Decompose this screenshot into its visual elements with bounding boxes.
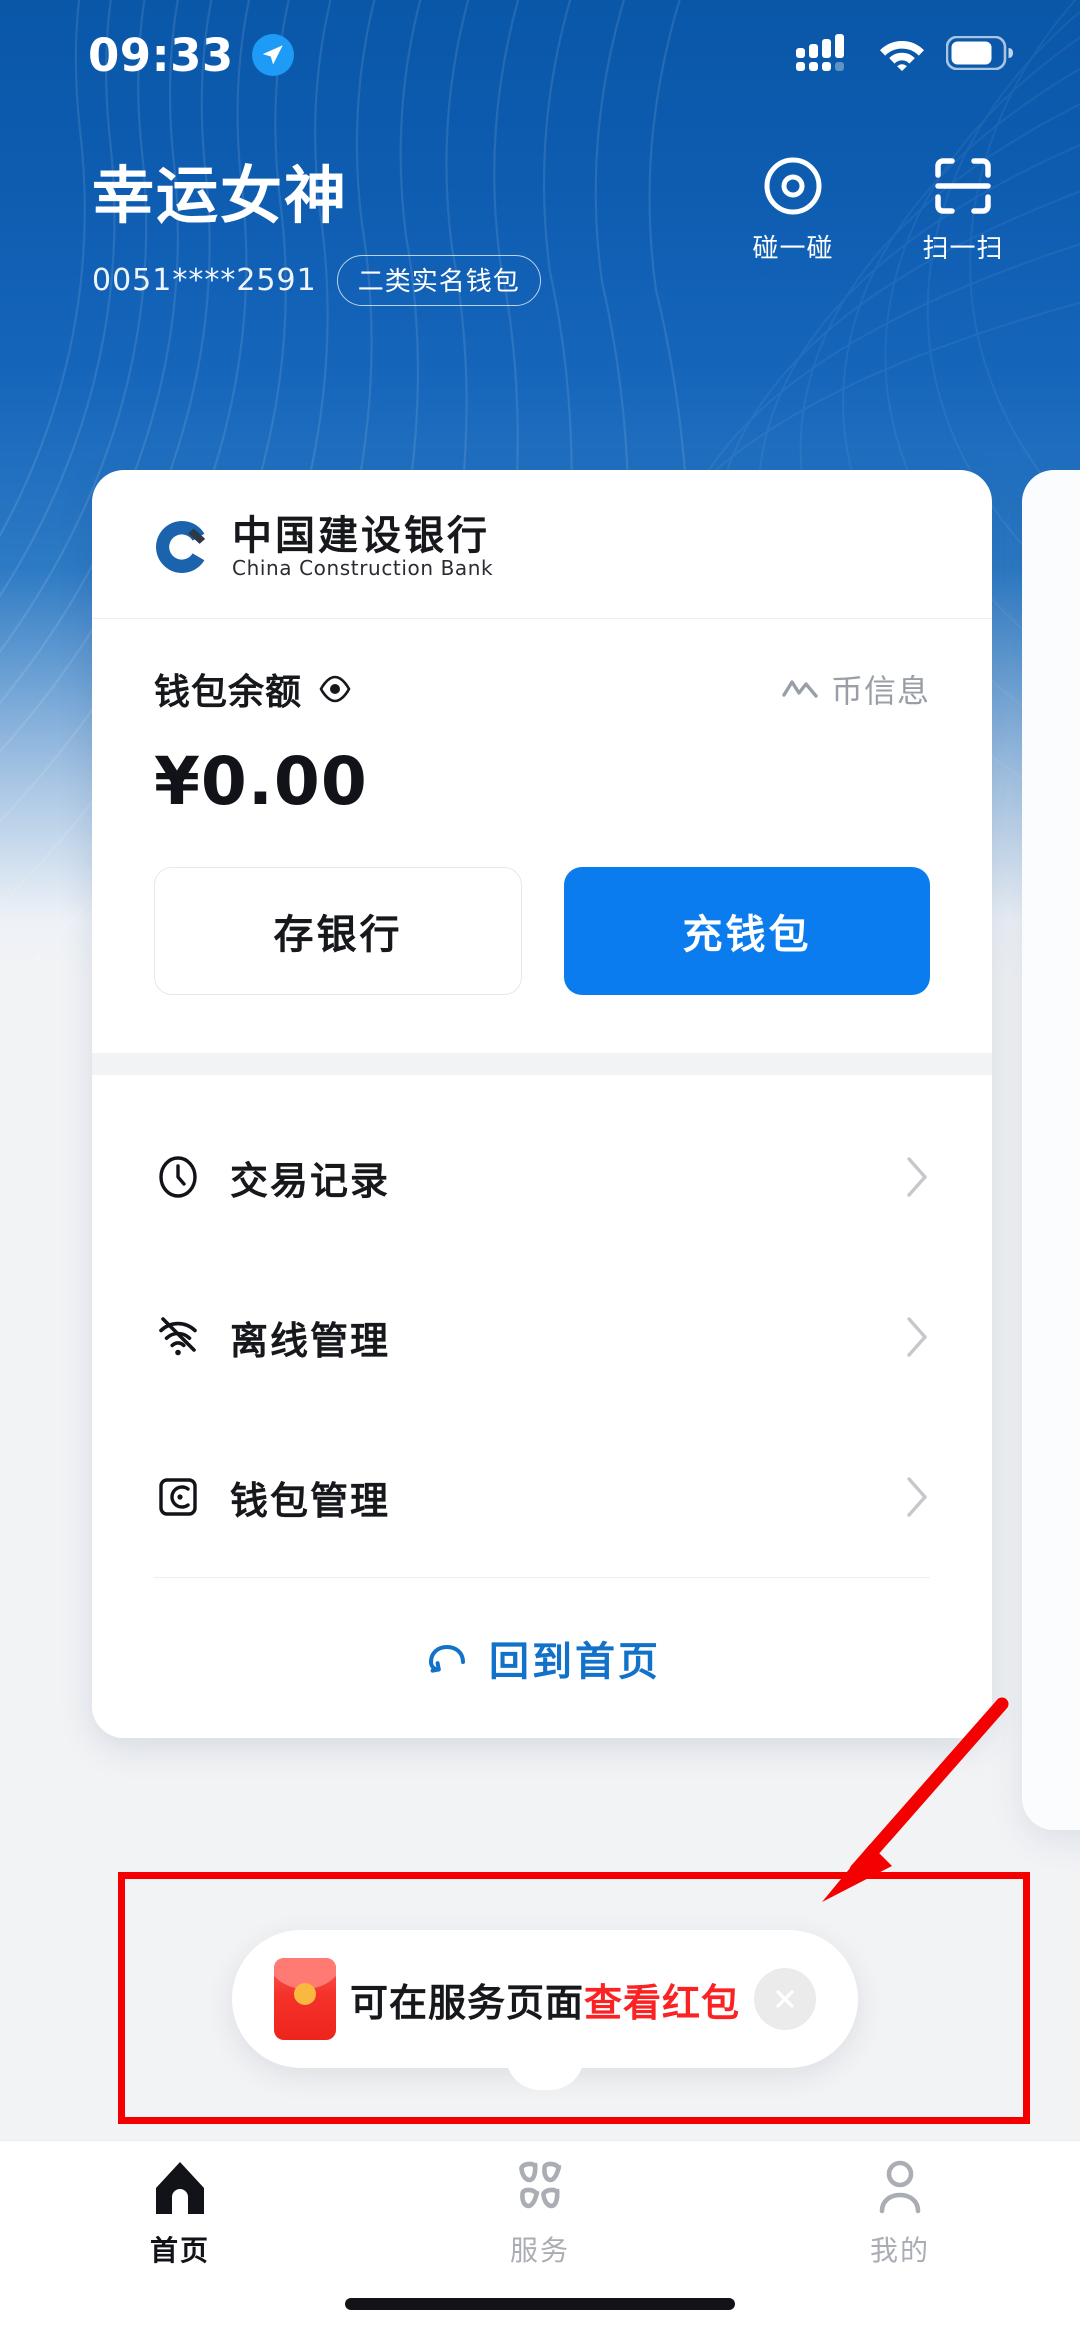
wallet-menu: 交易记录 离线管理 钱包管理 [92,1075,992,1577]
tab-home[interactable]: 首页 [0,2159,360,2269]
scan-label: 扫一扫 [922,233,1004,263]
page-title: 幸运女神 [92,162,349,231]
section-gap [92,1053,992,1075]
status-bar-left: 09:33 [88,29,294,82]
chevron-right-icon [907,1157,927,1197]
wifi-off-icon [159,1317,197,1356]
balance-header: 钱包余额 币信息 [154,663,930,715]
nfc-tap-label: 碰一碰 [752,233,834,263]
wallet-card-next-peek[interactable] [1022,470,1080,1830]
back-to-home-label: 回到首页 [489,1640,661,1684]
header-identity: 幸运女神 0051****2591 二类实名钱包 [92,150,541,306]
bank-identity: 中国建设银行 China Construction Bank [92,470,992,618]
grid-icon [519,2161,562,2209]
page-header: 幸运女神 0051****2591 二类实名钱包 碰一碰 扫一扫 [0,150,1080,306]
account-row: 0051****2591 二类实名钱包 [92,254,541,306]
toast-message: 可在服务页面查看红包 [350,1972,740,2027]
wallet-card: 中国建设银行 China Construction Bank 钱包余额 币信息 … [92,470,992,1738]
person-icon [879,2160,921,2214]
toast-close-button[interactable] [754,1968,817,2030]
wifi-icon [878,35,926,76]
ccb-logo-icon [156,521,206,573]
chevron-right-icon [907,1477,927,1517]
status-bar-right [796,33,1014,77]
wallet-actions: 存银行 充钱包 [92,815,992,1053]
top-up-wallet-button[interactable]: 充钱包 [564,867,930,995]
back-to-home-button[interactable]: 回到首页 [92,1578,992,1738]
status-badge: 二类实名钱包 [336,254,541,306]
nfc-tap-button[interactable]: 碰一碰 [738,154,848,265]
menu-label-wallet-management: 钱包管理 [230,1480,391,1523]
status-bar: 09:33 [0,0,1080,110]
deposit-to-bank-button[interactable]: 存银行 [154,867,522,995]
account-number: 0051****2591 [92,262,317,298]
return-arrow-icon [429,1644,465,1673]
toast-notification[interactable]: 可在服务页面查看红包 [232,1930,858,2068]
clock-icon [159,1156,197,1198]
trend-line-icon [782,680,818,698]
status-bar-clock: 09:33 [88,28,234,82]
coin-info-button[interactable]: 币信息 [781,666,930,712]
menu-item-wallet-management[interactable]: 钱包管理 [154,1417,930,1577]
tab-label-services: 服务 [509,2235,570,2266]
nfc-tap-icon [764,157,822,215]
toast-message-normal: 可在服务页面 [349,1982,584,2025]
bank-name-cn: 中国建设银行 [232,514,490,558]
menu-label-offline: 离线管理 [230,1320,391,1363]
home-indicator[interactable] [345,2298,735,2310]
close-icon [776,1990,794,2008]
balance-section: 钱包余额 币信息 ¥0.00 [92,619,992,815]
coin-info-label: 币信息 [830,673,930,709]
battery-icon [945,35,1014,75]
bank-name-block: 中国建设银行 China Construction Bank [232,516,493,578]
tab-label-profile: 我的 [869,2235,930,2266]
cellular-signal-icon [796,33,858,77]
balance-label-group[interactable]: 钱包余额 [154,663,352,715]
scan-button[interactable]: 扫一扫 [908,154,1018,265]
menu-item-offline[interactable]: 离线管理 [154,1257,930,1417]
scan-icon [935,158,991,214]
red-envelope-icon [273,1958,336,2040]
header-actions: 碰一碰 扫一扫 [738,150,1018,265]
toast-zone: 可在服务页面查看红包 [0,1878,1080,2126]
menu-label-transactions: 交易记录 [230,1160,391,1203]
balance-label: 钱包余额 [154,671,303,712]
tab-services[interactable]: 服务 [360,2159,720,2269]
menu-item-transactions[interactable]: 交易记录 [154,1097,930,1257]
toast-message-highlight[interactable]: 查看红包 [584,1983,740,2025]
wallet-icon [159,1478,197,1516]
balance-amount: ¥0.00 [154,743,368,820]
eye-icon[interactable] [318,672,352,706]
location-arrow-icon [251,34,294,76]
bank-name-en: China Construction Bank [232,556,494,580]
home-icon [156,2162,204,2214]
tab-label-home: 首页 [149,2235,210,2266]
chevron-right-icon [907,1317,927,1357]
tab-profile[interactable]: 我的 [720,2159,1080,2269]
